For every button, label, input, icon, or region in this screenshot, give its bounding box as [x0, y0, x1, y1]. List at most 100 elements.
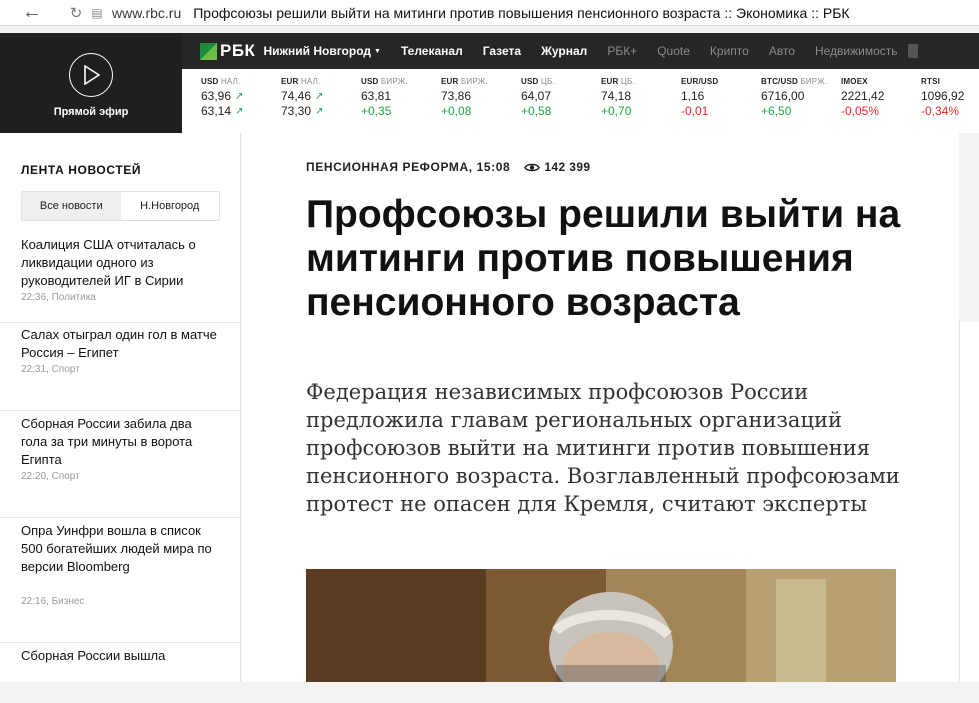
- ticker-value: 63,96: [201, 89, 232, 103]
- tab-all-news[interactable]: Все новости: [22, 192, 121, 220]
- tab-nnovgorod[interactable]: Н.Новгород: [121, 192, 220, 220]
- ticker-symbol: IMOEX: [841, 77, 868, 86]
- ticker[interactable]: BTC/USD БИРЖ. 6716,00 +6,50: [761, 77, 841, 118]
- city-selector[interactable]: Нижний Новгород ▼: [263, 44, 381, 58]
- news-item-title[interactable]: Сборная России забила два гола за три ми…: [21, 415, 221, 469]
- ticker[interactable]: IMOEX 2221,42 -0,05%: [841, 77, 921, 118]
- ticker[interactable]: RTSI 1096,92 -0,34%: [921, 77, 979, 118]
- ticker-value: 74,18: [601, 89, 632, 103]
- news-item-meta: 22:31, Спорт: [21, 364, 80, 375]
- photo-illustration: [306, 569, 896, 682]
- ticker-symbol: EUR: [441, 77, 459, 86]
- news-item-meta: 22:36, Политика: [21, 292, 96, 303]
- ticker-symbol: USD: [361, 77, 379, 86]
- news-item[interactable]: Салах отыграл один гол в матче Россия – …: [0, 322, 240, 411]
- ticker-symbol: EUR: [601, 77, 619, 86]
- ticker-symbol: EUR/USD: [681, 77, 719, 86]
- nav-item[interactable]: Крипто: [710, 44, 749, 58]
- rbc-logo-icon: [200, 42, 217, 60]
- live-stream-block[interactable]: Прямой эфир: [0, 33, 182, 133]
- ticker-change: -0,01: [681, 104, 709, 118]
- ticker[interactable]: USD ЦБ. 64,07 +0,58: [521, 77, 601, 118]
- ticker-value: 1096,92: [921, 89, 965, 103]
- ticker-symbol: USD: [201, 77, 219, 86]
- news-item[interactable]: Сборная России вышла: [0, 643, 240, 703]
- rubric-link[interactable]: ПЕНСИОННАЯ РЕФОРМА, 15:08: [306, 160, 510, 174]
- play-icon[interactable]: [69, 53, 113, 97]
- ticker-label: EUR ЦБ.: [601, 77, 681, 86]
- ticker-symbol: RTSI: [921, 77, 941, 86]
- ticker-source: НАЛ.: [300, 77, 321, 86]
- rbc-logo[interactable]: РБК: [200, 41, 255, 61]
- live-label[interactable]: Прямой эфир: [0, 106, 182, 118]
- ticker-source: БИРЖ.: [460, 77, 488, 86]
- ticker-label: EUR НАЛ.: [281, 77, 361, 86]
- ticker-value-secondary: 63,14: [201, 104, 232, 118]
- news-item[interactable]: Коалиция США отчиталась о ликвидации одн…: [0, 232, 240, 323]
- ticker-value: 63,81: [361, 89, 392, 103]
- article-lead: Федерация независимых профсоюзов России …: [306, 380, 900, 516]
- ticker-label: USD БИРЖ.: [361, 77, 441, 86]
- top-nav: РБК Нижний Новгород ▼ Телеканал Газета Жур…: [182, 33, 979, 69]
- eye-icon: [524, 163, 541, 171]
- nav-item[interactable]: Телеканал: [401, 44, 463, 58]
- ticker-label: IMOEX: [841, 77, 921, 86]
- ticker-label: USD НАЛ.: [201, 77, 281, 86]
- city-label: Нижний Новгород: [263, 44, 371, 58]
- nav-item[interactable]: Недвижимость: [815, 44, 898, 58]
- page-title-bar: Профсоюзы решили выйти на митинги против…: [193, 4, 850, 21]
- reload-icon[interactable]: ↻: [64, 0, 88, 26]
- ticker-symbol: BTC/USD: [761, 77, 798, 86]
- news-item-title[interactable]: Коалиция США отчиталась о ликвидации одн…: [21, 236, 221, 290]
- arrow-up-icon: ↗: [315, 105, 324, 117]
- nav-overflow-icon[interactable]: [907, 44, 918, 58]
- nav-item[interactable]: РБК+: [607, 44, 637, 58]
- news-item-title[interactable]: Сборная России вышла: [21, 647, 221, 665]
- ticker-value: 73,86: [441, 89, 472, 103]
- nav-item[interactable]: Журнал: [541, 44, 587, 58]
- ticker-label: RTSI: [921, 77, 979, 86]
- ticker-value: 6716,00: [761, 89, 805, 103]
- ticker-symbol: EUR: [281, 77, 299, 86]
- ticker-value: 74,46: [281, 89, 312, 103]
- nav-item[interactable]: Авто: [769, 44, 795, 58]
- news-feed: ЛЕНТА НОВОСТЕЙ Все новости Н.Новгород Ко…: [0, 133, 241, 682]
- ticker[interactable]: EUR НАЛ. 74,46 ↗ 73,30 ↗: [281, 77, 361, 118]
- ticker[interactable]: EUR/USD 1,16 -0,01: [681, 77, 761, 118]
- news-item-meta: 22:16, Бизнес: [21, 596, 85, 607]
- ticker-value-secondary: 73,30: [281, 104, 312, 118]
- article-rubric: ПЕНСИОННАЯ РЕФОРМА, 15:08 142 399: [306, 160, 591, 174]
- news-item[interactable]: Опра Уинфри вошла в список 500 богатейши…: [0, 518, 240, 643]
- browser-toolbar: ← ↻ ▤ www.rbc.ru Профсоюзы решили выйти …: [0, 0, 979, 26]
- arrow-up-icon: ↗: [315, 90, 324, 102]
- views-counter: 142 399: [524, 160, 590, 174]
- ticker-change: +0,58: [521, 104, 552, 118]
- ticker-change: +0,08: [441, 104, 472, 118]
- news-item-title[interactable]: Салах отыграл один гол в матче Россия – …: [21, 326, 221, 362]
- nav-item[interactable]: Quote: [657, 44, 690, 58]
- ticker-source: ЦБ.: [620, 77, 635, 86]
- ticker-change: +6,50: [761, 104, 792, 118]
- ticker-value: 1,16: [681, 89, 705, 103]
- views-count: 142 399: [544, 160, 591, 174]
- news-item-meta: 22:20, Спорт: [21, 471, 80, 482]
- ticker[interactable]: EUR ЦБ. 74,18 +0,70: [601, 77, 681, 118]
- url-domain[interactable]: www.rbc.ru: [112, 5, 181, 21]
- ticker-change: -0,05%: [841, 104, 880, 118]
- news-item[interactable]: Сборная России забила два гола за три ми…: [0, 411, 240, 518]
- nav-item[interactable]: Газета: [483, 44, 521, 58]
- back-arrow-icon[interactable]: ←: [0, 0, 64, 26]
- right-sidebar-edge: [959, 322, 979, 682]
- ticker-label: EUR БИРЖ.: [441, 77, 521, 86]
- ticker-source: БИРЖ.: [380, 77, 408, 86]
- news-item-title[interactable]: Опра Уинфри вошла в список 500 богатейши…: [21, 522, 221, 576]
- article: ПЕНСИОННАЯ РЕФОРМА, 15:08 142 399 Профсо…: [242, 133, 959, 682]
- ticker[interactable]: USD НАЛ. 63,96 ↗ 63,14 ↗: [201, 77, 281, 118]
- ticker[interactable]: EUR БИРЖ. 73,86 +0,08: [441, 77, 521, 118]
- ticker-change: +0,70: [601, 104, 632, 118]
- article-photo[interactable]: [306, 569, 896, 682]
- caret-down-icon: ▼: [374, 47, 381, 55]
- ticker[interactable]: USD БИРЖ. 63,81 +0,35: [361, 77, 441, 118]
- arrow-up-icon: ↗: [235, 90, 244, 102]
- feed-heading: ЛЕНТА НОВОСТЕЙ: [21, 163, 142, 177]
